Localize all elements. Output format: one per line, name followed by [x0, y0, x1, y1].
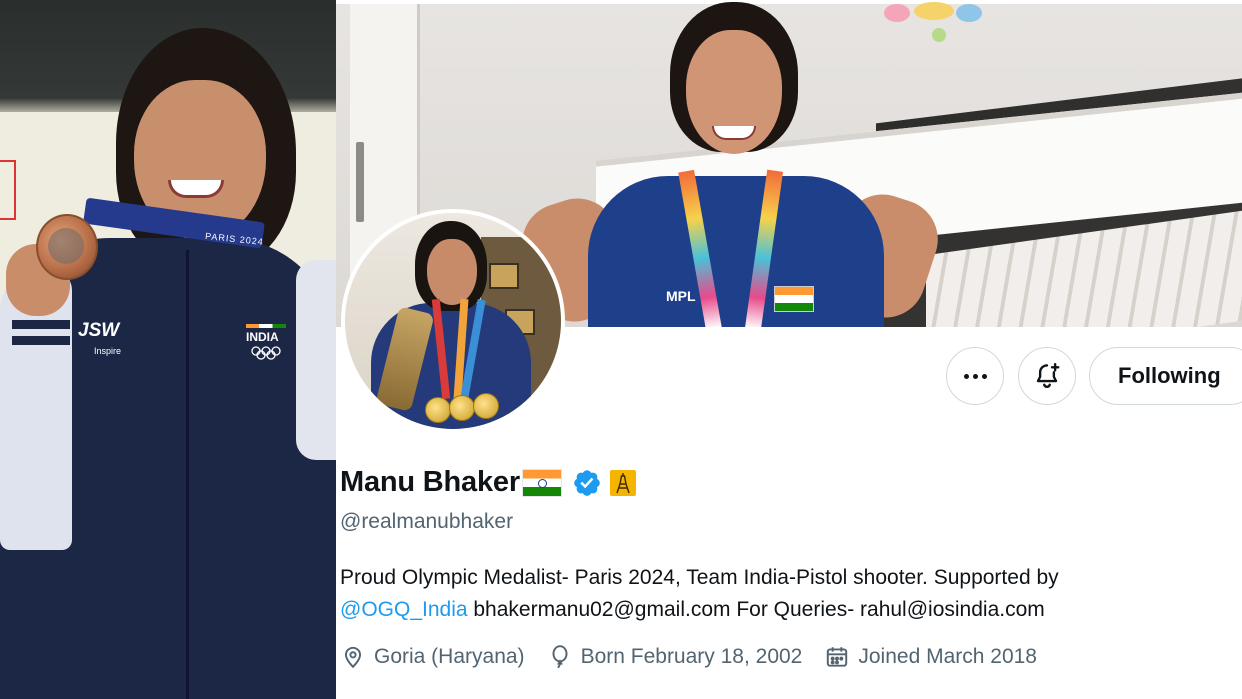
profile-birthday: Born February 18, 2002: [547, 644, 803, 670]
banner-jersey: [588, 176, 884, 327]
more-options-button[interactable]: [946, 347, 1004, 405]
profile-name-row: Manu Bhaker: [340, 466, 636, 499]
calendar-icon: [827, 647, 848, 667]
display-name: Manu Bhaker: [340, 466, 520, 498]
jacket-sponsor-tagline: Inspire: [94, 346, 122, 356]
birthday-text: Born February 18, 2002: [580, 645, 803, 668]
jacket-sponsor-logo: JSW: [78, 320, 120, 341]
wall-sticker: [884, 4, 910, 22]
verified-badge-icon[interactable]: [572, 468, 602, 498]
jacket-india-badge: INDIA: [246, 324, 286, 344]
profile-bio: Proud Olympic Medalist- Paris 2024, Team…: [340, 562, 1230, 626]
profile-location: Goria (Haryana): [340, 644, 525, 670]
banner-flag-patch: [774, 286, 814, 312]
medal-center: [48, 228, 84, 264]
athlete-photo: JSW Inspire INDIA PARIS 2024: [0, 0, 336, 699]
avatar-medal: [425, 397, 451, 423]
location-text: Goria (Haryana): [374, 645, 525, 668]
avatar-face: [427, 239, 477, 305]
joined-text: Joined March 2018: [858, 645, 1037, 668]
more-horizontal-icon: [963, 373, 987, 379]
bio-text-contact: bhakermanu02@gmail.com For Queries- rahu…: [467, 598, 1045, 621]
notifications-button[interactable]: [1018, 347, 1076, 405]
following-button[interactable]: Following: [1089, 347, 1242, 405]
bell-plus-icon: [1036, 362, 1060, 388]
avatar-medal: [449, 395, 475, 421]
username-handle: @realmanubhaker: [340, 510, 514, 533]
avatar[interactable]: [341, 209, 565, 433]
profile-joined: Joined March 2018: [824, 644, 1037, 670]
olympic-rings-icon: [251, 346, 281, 360]
affiliate-badge[interactable]: [609, 469, 636, 496]
bio-mention-link[interactable]: @OGQ_India: [340, 598, 468, 621]
balloon-icon: [552, 645, 568, 668]
eiffel-tower-icon: [616, 472, 630, 493]
map-pin-icon: [344, 646, 362, 669]
profile-meta: Goria (Haryana) Born February 18, 2002 J…: [340, 644, 1059, 670]
banner-jersey-sponsor: MPL: [666, 288, 696, 304]
jacket-zipper: [186, 250, 189, 699]
background-marker: [0, 160, 16, 220]
wall-sticker: [956, 4, 982, 22]
avatar-medal: [473, 393, 499, 419]
jacket-sleeve-right: [296, 260, 336, 460]
wall-sticker: [914, 2, 954, 20]
india-flag-icon: [521, 468, 562, 497]
bio-text: Proud Olympic Medalist- Paris 2024, Team…: [340, 566, 1059, 589]
wall-sticker: [932, 28, 946, 42]
